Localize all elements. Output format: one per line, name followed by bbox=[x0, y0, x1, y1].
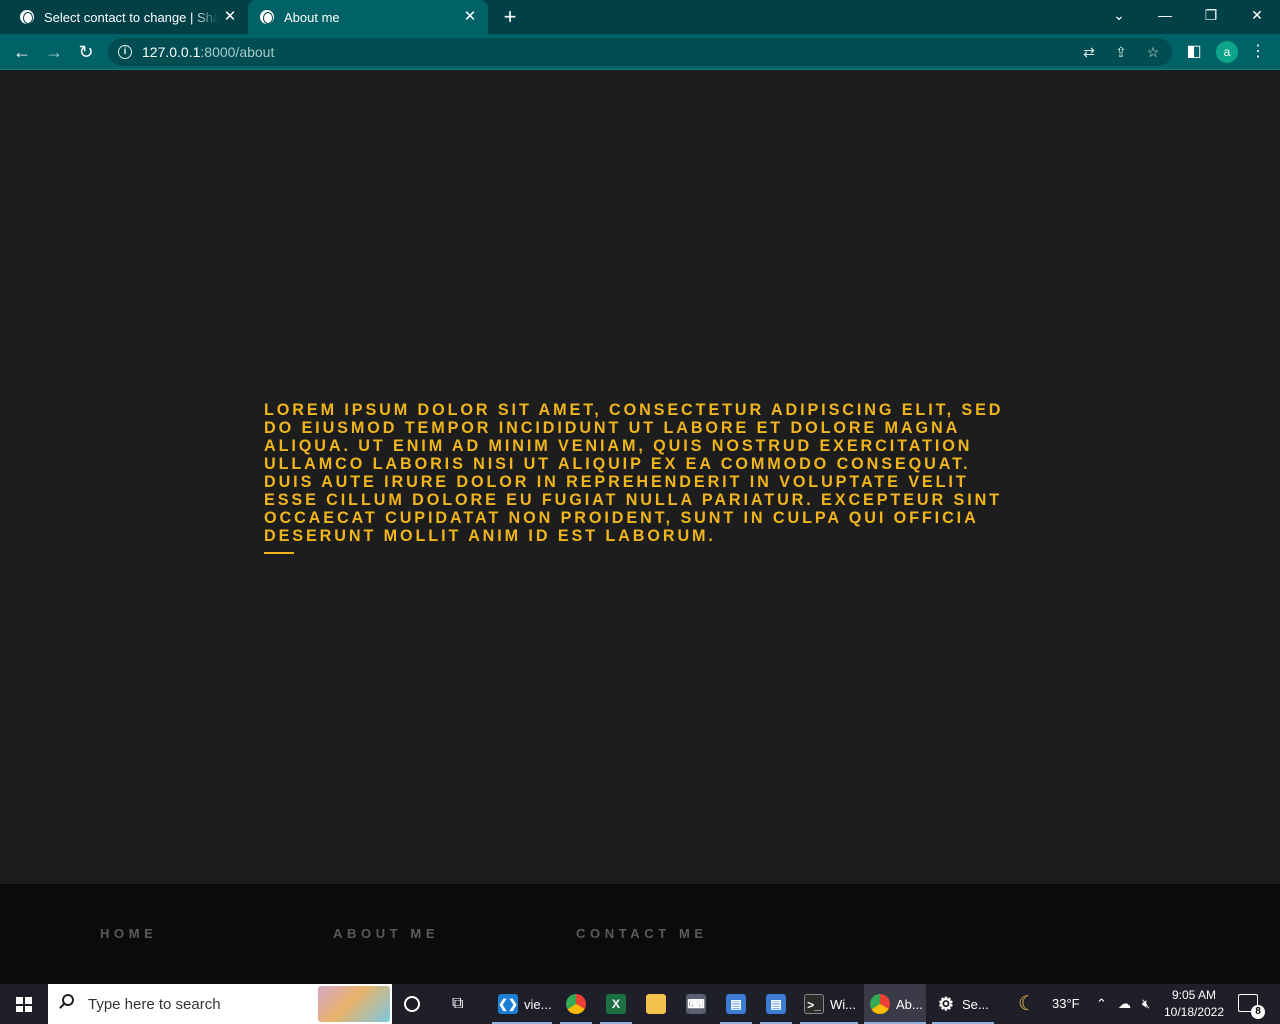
weather-temperature[interactable]: 33°F bbox=[1052, 984, 1080, 1024]
forward-arrow-icon[interactable]: → bbox=[40, 38, 68, 66]
about-paragraph: Lorem ipsum dolor sit amet, consectetur … bbox=[264, 401, 1004, 545]
onedrive-offline-icon[interactable]: ☁ bbox=[1118, 984, 1131, 1024]
tab-title: Select contact to change | Shahm bbox=[44, 9, 219, 25]
clock-time: 9:05 AM bbox=[1171, 988, 1217, 1002]
footer-link-contact[interactable]: CONTACT ME bbox=[576, 926, 708, 941]
taskbar-app-label: vie... bbox=[524, 996, 552, 1012]
system-clock[interactable]: 9:05 AM 10/18/2022 bbox=[1158, 987, 1230, 1021]
volume-muted-icon[interactable]: 🔇︎ bbox=[1142, 984, 1150, 1024]
vscode-icon: ❮❯ bbox=[498, 994, 518, 1014]
search-placeholder: Type here to search bbox=[88, 996, 221, 1013]
back-arrow-icon[interactable]: ← bbox=[8, 38, 36, 66]
search-highlight-image bbox=[318, 986, 390, 1022]
site-info-icon[interactable]: i bbox=[118, 45, 132, 59]
keyboard-app-icon: ⌨ bbox=[686, 994, 706, 1014]
taskbar-app-label: Se... bbox=[962, 996, 989, 1012]
chrome-icon bbox=[870, 994, 890, 1014]
cortana-button[interactable] bbox=[404, 984, 430, 1024]
bookmark-star-icon[interactable]: ☆ bbox=[1144, 43, 1162, 61]
window-app-icon: ▤ bbox=[726, 994, 746, 1014]
search-icon bbox=[62, 994, 74, 1006]
footer-link-home[interactable]: HOME bbox=[100, 926, 157, 941]
new-tab-button[interactable]: + bbox=[498, 5, 522, 29]
windows-logo-icon bbox=[16, 997, 32, 1012]
footer-link-about[interactable]: ABOUT ME bbox=[333, 926, 439, 941]
reload-icon[interactable]: ↻ bbox=[72, 38, 100, 66]
taskbar-app-terminal[interactable]: >_ Wi... bbox=[800, 984, 858, 1024]
task-view-icon: ⧉ bbox=[452, 995, 464, 1012]
show-hidden-icons-chevron-icon[interactable]: ⌃ bbox=[1096, 984, 1107, 1024]
side-panel-icon[interactable]: ◧ bbox=[1180, 38, 1208, 66]
terminal-icon: >_ bbox=[804, 994, 824, 1014]
clock-date: 10/18/2022 bbox=[1163, 1005, 1225, 1019]
globe-icon bbox=[260, 10, 274, 24]
taskbar-app-excel[interactable]: X bbox=[600, 984, 632, 1024]
tab-search-chevron-icon[interactable]: ⌄ bbox=[1096, 0, 1142, 34]
close-tab-icon[interactable]: ✕ bbox=[462, 9, 478, 25]
notification-center-icon[interactable]: 8 bbox=[1238, 994, 1265, 1019]
taskbar-app-window-2[interactable]: ▤ bbox=[760, 984, 792, 1024]
tab-about-me[interactable]: About me ✕ bbox=[248, 0, 488, 34]
taskbar-app-label: Ab... bbox=[896, 996, 923, 1012]
url-text[interactable]: 127.0.0.1:8000/about bbox=[142, 44, 274, 60]
profile-avatar[interactable]: a bbox=[1216, 41, 1238, 63]
tab-select-contact[interactable]: Select contact to change | Shahm ✕ bbox=[8, 0, 248, 34]
chrome-icon bbox=[566, 994, 586, 1014]
weather-moon-icon[interactable]: ☾ bbox=[1018, 984, 1036, 1024]
excel-icon: X bbox=[606, 994, 626, 1014]
restore-button[interactable]: ❐ bbox=[1188, 0, 1234, 34]
tab-title: About me bbox=[284, 9, 340, 25]
site-footer: HOME ABOUT ME CONTACT ME bbox=[0, 884, 1280, 984]
taskbar-app-keyboard[interactable]: ⌨ bbox=[680, 984, 712, 1024]
menu-kebab-icon[interactable]: ⋮ bbox=[1244, 38, 1272, 66]
taskbar-app-window-1[interactable]: ▤ bbox=[720, 984, 752, 1024]
translate-icon[interactable]: ⇄ bbox=[1080, 43, 1098, 61]
accent-underline bbox=[264, 552, 294, 554]
taskbar-app-explorer[interactable] bbox=[640, 984, 672, 1024]
task-view-button[interactable]: ⧉ bbox=[452, 984, 476, 1024]
taskbar-app-settings[interactable]: ⚙ Se... bbox=[932, 984, 994, 1024]
cortana-circle-icon bbox=[404, 996, 420, 1012]
share-icon[interactable]: ⇪ bbox=[1112, 43, 1130, 61]
about-page: Lorem ipsum dolor sit amet, consectetur … bbox=[0, 71, 1280, 884]
taskbar-app-chrome[interactable] bbox=[560, 984, 592, 1024]
browser-tab-strip: Select contact to change | Shahm ✕ About… bbox=[0, 0, 1280, 34]
window-app-icon: ▤ bbox=[766, 994, 786, 1014]
taskbar-app-chrome-about[interactable]: Ab... bbox=[864, 984, 926, 1024]
globe-icon bbox=[20, 10, 34, 24]
close-tab-icon[interactable]: ✕ bbox=[222, 9, 238, 25]
minimize-button[interactable]: — bbox=[1142, 0, 1188, 34]
taskbar-app-vscode[interactable]: ❮❯ vie... bbox=[492, 984, 552, 1024]
taskbar-app-label: Wi... bbox=[830, 996, 856, 1012]
start-button[interactable] bbox=[0, 984, 48, 1024]
file-explorer-icon bbox=[646, 994, 666, 1014]
notification-count-badge: 8 bbox=[1251, 1005, 1265, 1019]
close-window-button[interactable]: ✕ bbox=[1234, 0, 1280, 34]
browser-toolbar: ← → ↻ i 127.0.0.1:8000/about ⇄ ⇪ ☆ ◧ a ⋮ bbox=[0, 34, 1280, 70]
address-bar[interactable]: i 127.0.0.1:8000/about ⇄ ⇪ ☆ bbox=[108, 38, 1172, 66]
settings-gear-icon: ⚙ bbox=[937, 994, 955, 1014]
taskbar-search-box[interactable]: Type here to search bbox=[48, 984, 392, 1024]
windows-taskbar: Type here to search ⧉ ❮❯ vie... X ⌨ ▤ ▤ … bbox=[0, 984, 1280, 1024]
